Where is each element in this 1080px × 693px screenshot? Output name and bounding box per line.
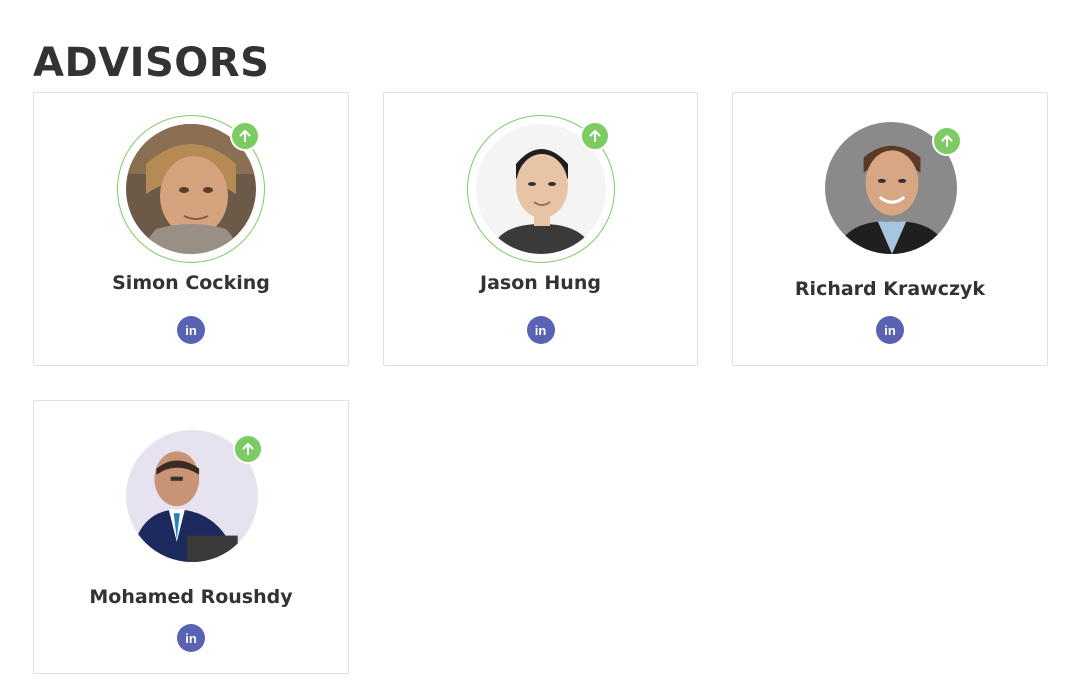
advisor-card: Richard Krawczyk in	[732, 92, 1048, 366]
linkedin-label: in	[185, 322, 197, 338]
arrow-up-icon	[233, 434, 263, 464]
advisor-card: Simon Cocking in	[33, 92, 349, 366]
advisors-section: ADVISORS Simon Cocking in Jason Hung in …	[0, 0, 1080, 693]
avatar-frame	[117, 423, 265, 571]
advisor-name: Mohamed Roushdy	[89, 586, 293, 608]
arrow-up-icon	[932, 126, 962, 156]
avatar-ring	[466, 115, 615, 263]
advisor-name: Jason Hung	[480, 272, 601, 294]
advisor-name: Simon Cocking	[112, 272, 270, 294]
arrow-up-icon	[230, 121, 260, 151]
linkedin-label: in	[534, 322, 547, 338]
linkedin-icon[interactable]: in	[876, 316, 904, 344]
linkedin-label: in	[884, 322, 896, 338]
avatar-frame	[816, 115, 964, 263]
linkedin-icon[interactable]: in	[177, 624, 205, 652]
linkedin-icon[interactable]: in	[177, 316, 205, 344]
advisor-card: Mohamed Roushdy in	[33, 400, 349, 674]
advisor-name: Richard Krawczyk	[794, 278, 986, 300]
avatar-ring	[117, 115, 265, 263]
section-title: ADVISORS	[33, 40, 270, 86]
arrow-up-icon	[579, 121, 610, 151]
linkedin-label: in	[185, 630, 197, 646]
linkedin-icon[interactable]: in	[526, 316, 555, 344]
advisor-card: Jason Hung in	[383, 92, 698, 366]
